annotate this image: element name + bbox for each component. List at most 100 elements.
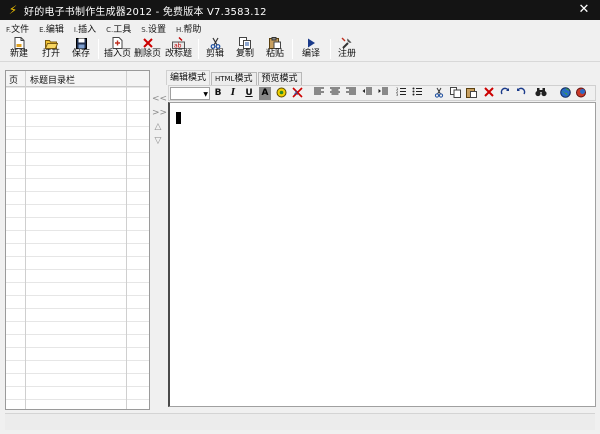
align-right-icon[interactable] xyxy=(345,87,357,100)
italic-button[interactable]: I xyxy=(227,87,239,100)
cut-label: 剪辑 xyxy=(206,49,225,59)
align-center-icon[interactable] xyxy=(329,87,341,100)
tab-edit-mode[interactable]: 编辑模式 xyxy=(166,70,211,85)
new-button[interactable]: 新建 xyxy=(10,37,28,61)
window-title: 好的电子书制作生成器2012 - 免费版本 V7.3583.12 xyxy=(24,6,267,18)
page-list-header: 页 标题目录栏 xyxy=(6,71,149,87)
delete-page-label: 删除页 xyxy=(134,49,162,59)
rename-title-icon: ab xyxy=(172,37,186,49)
menu-file-label: 文件 xyxy=(11,24,30,35)
align-left-icon[interactable] xyxy=(313,87,325,100)
rename-title-button[interactable]: ab 改标题 xyxy=(165,37,192,61)
move-down-icon[interactable]: ▽ xyxy=(152,134,164,148)
tab-preview-mode[interactable]: 预览模式 xyxy=(257,72,302,85)
delete-x-icon[interactable] xyxy=(483,87,495,100)
save-label: 保存 xyxy=(72,49,91,59)
move-right-icon[interactable]: >> xyxy=(152,106,167,120)
bold-button[interactable]: B xyxy=(212,87,224,100)
paste-clipboard-icon xyxy=(268,37,282,49)
title-bar: ⚡ 好的电子书制作生成器2012 - 免费版本 V7.3583.12 ✕ xyxy=(0,0,600,20)
numbered-list-icon[interactable]: 123 xyxy=(395,87,407,100)
indent-icon[interactable] xyxy=(377,87,389,100)
save-button[interactable]: 保存 xyxy=(72,37,90,61)
find-binoculars-icon[interactable] xyxy=(535,87,547,100)
insert-page-button[interactable]: 插入页 xyxy=(104,37,131,61)
column-header-title[interactable]: 标题目录栏 xyxy=(30,73,75,86)
outdent-icon[interactable] xyxy=(361,87,373,100)
toolbar-separator xyxy=(292,39,293,59)
undo-icon[interactable] xyxy=(515,87,527,100)
play-arrow-icon xyxy=(304,37,318,49)
copy-button[interactable]: 复制 xyxy=(236,37,254,61)
redo-icon[interactable] xyxy=(499,87,511,100)
font-color-button[interactable]: A xyxy=(259,87,271,100)
delete-page-button[interactable]: 删除页 xyxy=(134,37,161,61)
menu-settings-accel: S. xyxy=(141,25,148,34)
globe-icon[interactable] xyxy=(559,87,571,100)
insert-page-label: 插入页 xyxy=(104,49,132,59)
menu-insert-label: 插入 xyxy=(78,24,97,35)
mode-tabs: 编辑模式 HTML模式 预览模式 xyxy=(166,70,303,85)
copy-label: 复制 xyxy=(236,49,255,59)
menu-edit[interactable]: E.编辑 xyxy=(39,22,64,35)
page-list-grid xyxy=(6,87,149,409)
scissors-icon xyxy=(208,37,222,49)
register-label: 注册 xyxy=(338,49,357,59)
toolbar-separator xyxy=(330,39,331,59)
column-divider xyxy=(25,71,26,409)
menu-tools-label: 工具 xyxy=(113,24,132,35)
move-left-icon[interactable]: << xyxy=(152,92,167,106)
paste-clipboard-icon[interactable] xyxy=(465,87,477,100)
menu-bar: F.文件 E.编辑 I.插入 C.工具 S.设置 H.帮助 xyxy=(0,20,600,36)
open-label: 打开 xyxy=(42,49,61,59)
editor-area[interactable] xyxy=(168,102,596,407)
save-disk-icon xyxy=(74,37,88,49)
page-list-panel[interactable]: 页 标题目录栏 xyxy=(5,70,150,410)
compile-button[interactable]: 编译 xyxy=(302,37,320,61)
open-folder-icon xyxy=(44,37,58,49)
paste-button[interactable]: 粘贴 xyxy=(266,37,284,61)
column-header-page[interactable]: 页 xyxy=(9,73,18,86)
tab-html-prefix: HTML xyxy=(215,75,235,83)
bullet-list-icon[interactable] xyxy=(411,87,423,100)
tab-html-mode[interactable]: HTML模式 xyxy=(211,72,257,85)
cut-button[interactable]: 剪辑 xyxy=(206,37,224,61)
svg-text:3: 3 xyxy=(396,93,398,96)
underline-button[interactable]: U xyxy=(243,87,255,100)
chevron-down-icon[interactable]: ▼ xyxy=(203,91,208,98)
menu-help-label: 帮助 xyxy=(183,24,202,35)
highlight-icon[interactable] xyxy=(275,87,287,100)
compile-label: 编译 xyxy=(302,49,321,59)
register-button[interactable]: 注册 xyxy=(338,37,356,61)
insert-page-icon xyxy=(111,37,125,49)
delete-x-icon xyxy=(141,37,155,49)
copy-icon[interactable] xyxy=(449,87,461,100)
text-caret xyxy=(176,112,181,124)
menu-help[interactable]: H.帮助 xyxy=(176,22,201,35)
tab-html-suffix: 模式 xyxy=(234,74,253,84)
page-navigation: << >> △ ▽ xyxy=(152,92,167,148)
menu-edit-accel: E. xyxy=(39,25,46,34)
menu-settings[interactable]: S.设置 xyxy=(141,22,166,35)
move-up-icon[interactable]: △ xyxy=(152,120,164,134)
web-link-icon[interactable] xyxy=(575,87,587,100)
close-icon[interactable]: ✕ xyxy=(576,2,592,18)
app-logo-icon: ⚡ xyxy=(8,3,18,17)
menu-file[interactable]: F.文件 xyxy=(6,22,29,35)
rename-title-label: 改标题 xyxy=(165,49,193,59)
menu-tools[interactable]: C.工具 xyxy=(106,22,131,35)
font-size-combo[interactable]: ▼ xyxy=(170,87,210,100)
open-button[interactable]: 打开 xyxy=(42,37,60,61)
tools-wrench-icon xyxy=(340,37,354,49)
copy-icon xyxy=(238,37,252,49)
menu-insert[interactable]: I.插入 xyxy=(74,22,96,35)
column-divider xyxy=(126,71,127,409)
clear-format-icon[interactable]: A xyxy=(291,87,303,100)
status-bar xyxy=(5,413,595,430)
main-toolbar: 新建 打开 保存 插入页 删除页 ab 改标题 剪辑 复制 粘贴 编译 注册 xyxy=(0,36,600,62)
toolbar-separator xyxy=(198,39,199,59)
new-label: 新建 xyxy=(10,49,29,59)
toolbar-separator xyxy=(98,39,99,59)
menu-settings-label: 设置 xyxy=(147,24,166,35)
scissors-icon[interactable] xyxy=(433,87,445,100)
